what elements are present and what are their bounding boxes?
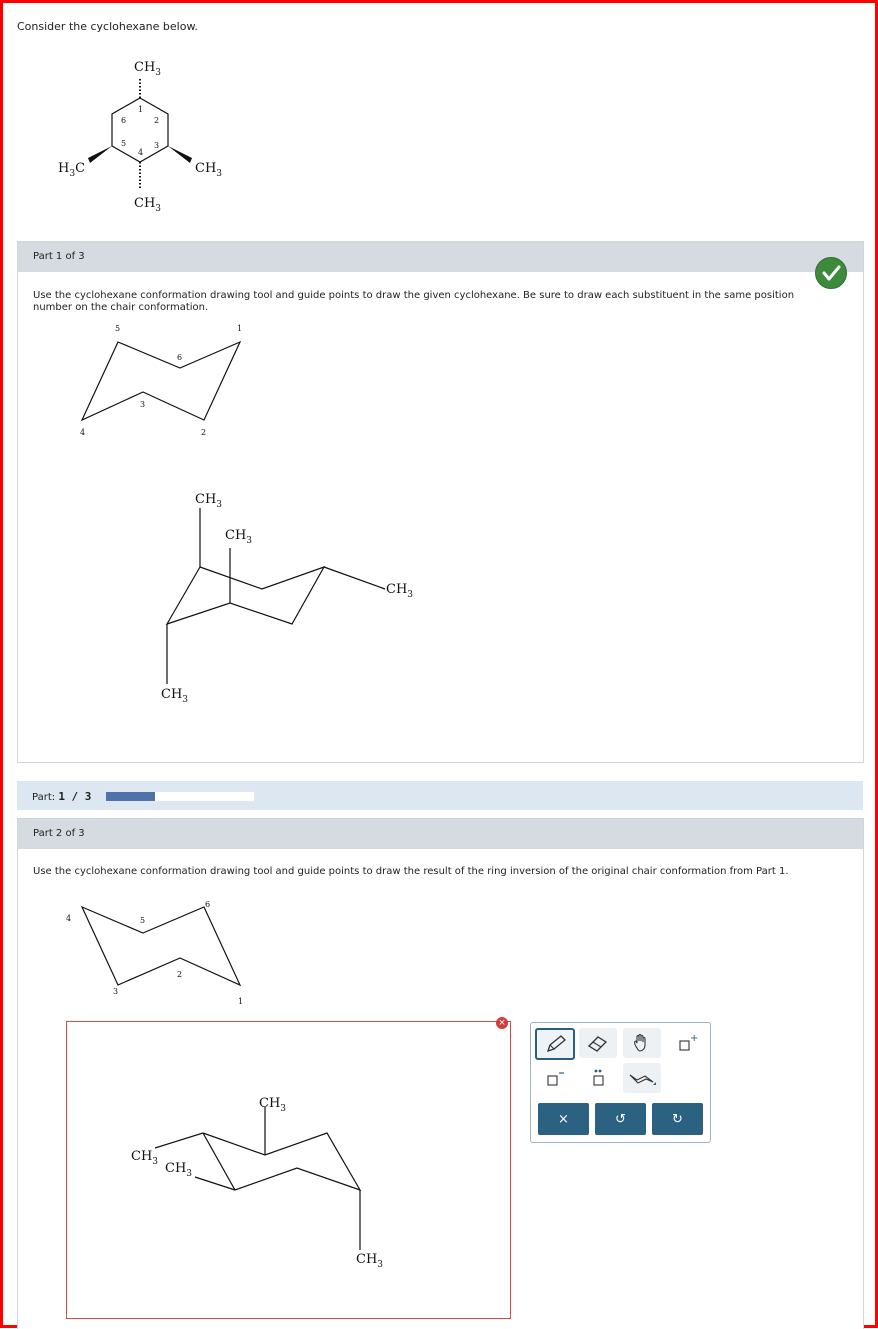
canvas-ch3-a: CH3 bbox=[259, 1096, 286, 1114]
pencil-icon[interactable] bbox=[535, 1028, 575, 1060]
svg-text:+: + bbox=[690, 1033, 698, 1044]
eraser-icon[interactable] bbox=[579, 1028, 617, 1058]
drawing-toolbox: + × ↺ ↻ bbox=[530, 1022, 711, 1143]
clear-button[interactable]: × bbox=[538, 1103, 589, 1135]
canvas-drawing: CH3 CH3 CH3 CH3 bbox=[131, 1096, 383, 1270]
remove-charge-icon[interactable] bbox=[535, 1063, 573, 1093]
canvas-ch3-b: CH3 bbox=[131, 1149, 158, 1167]
redo-button[interactable]: ↻ bbox=[652, 1103, 703, 1135]
hand-icon[interactable] bbox=[623, 1028, 661, 1058]
undo-button[interactable]: ↺ bbox=[595, 1103, 646, 1135]
canvas-ch3-d: CH3 bbox=[356, 1252, 383, 1270]
canvas-ch3-c: CH3 bbox=[165, 1161, 192, 1179]
chair-template-icon[interactable] bbox=[623, 1063, 661, 1093]
lone-pair-icon[interactable] bbox=[579, 1063, 617, 1093]
add-charge-icon[interactable]: + bbox=[667, 1028, 705, 1058]
